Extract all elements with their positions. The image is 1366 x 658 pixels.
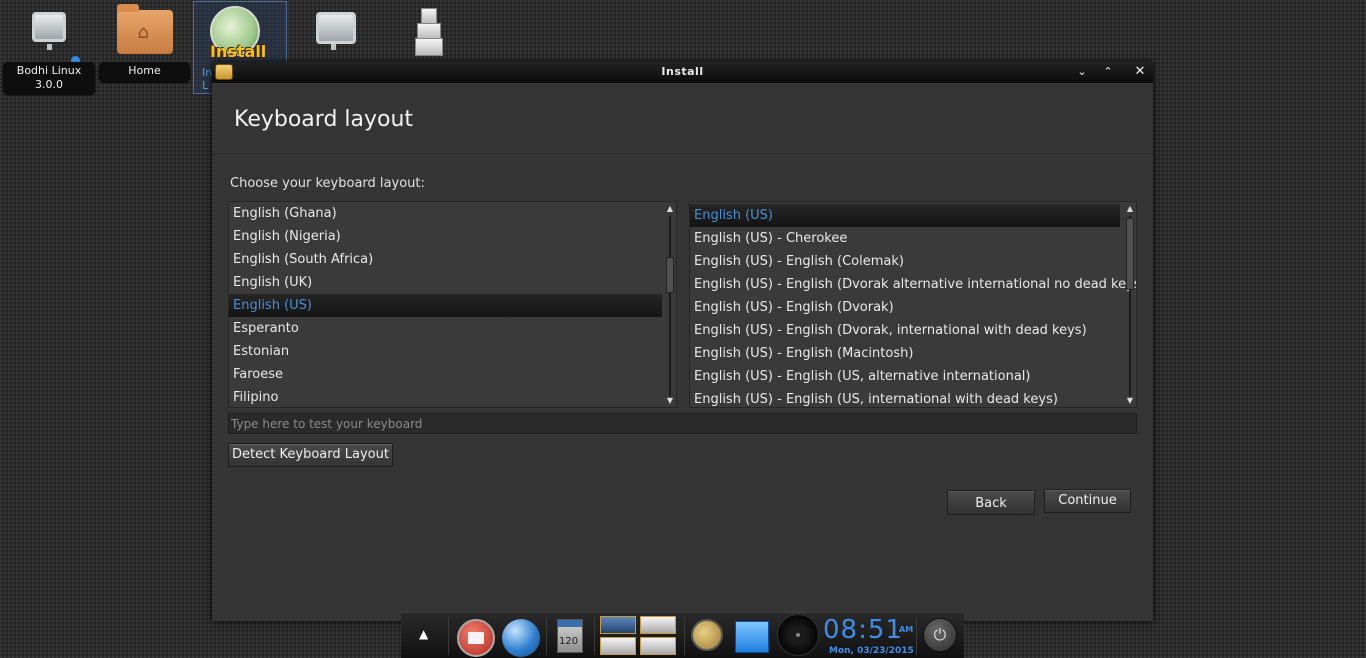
continue-button[interactable]: Continue bbox=[1044, 489, 1131, 513]
close-button[interactable]: ✕ bbox=[1132, 64, 1148, 80]
calendar-badge: 120 bbox=[559, 636, 579, 647]
layout-list-item[interactable]: Filipino bbox=[229, 386, 662, 407]
variant-list-scrollbar[interactable]: ▲ ▼ bbox=[1124, 202, 1136, 407]
window-title: Install bbox=[661, 65, 704, 78]
workspace-3[interactable] bbox=[600, 637, 636, 655]
layout-list-scrollbar[interactable]: ▲ ▼ bbox=[664, 202, 676, 407]
variant-list-item[interactable]: English (US) - English (US, internationa… bbox=[690, 388, 1120, 407]
display-icon bbox=[316, 12, 356, 50]
layout-list-item[interactable]: Faroese bbox=[229, 363, 662, 386]
layout-list-scroll-thumb[interactable] bbox=[666, 257, 674, 293]
variant-list-item[interactable]: English (US) - English (US, alternative … bbox=[690, 365, 1120, 388]
scroll-up-icon[interactable]: ▲ bbox=[664, 204, 676, 214]
volume-knob-icon[interactable] bbox=[777, 614, 819, 656]
back-button[interactable]: Back bbox=[947, 490, 1035, 515]
window-titlebar[interactable]: Install ⌄ ⌃ ✕ bbox=[212, 62, 1153, 83]
computer-icon bbox=[32, 12, 66, 50]
variant-list-item[interactable]: English (US) - Cherokee bbox=[690, 227, 1120, 250]
scroll-down-icon[interactable]: ▼ bbox=[664, 396, 676, 406]
clock-ampm: AM bbox=[899, 625, 914, 634]
layout-list-item[interactable]: Esperanto bbox=[229, 317, 662, 340]
desktop-icon-label: Bodhi Linux 3.0.0 bbox=[3, 62, 95, 94]
page-title: Keyboard layout bbox=[234, 107, 414, 132]
calendar-icon[interactable]: 120 bbox=[557, 619, 583, 653]
layout-list-item[interactable]: English (US) bbox=[229, 294, 662, 317]
desktop-icon-package[interactable] bbox=[415, 8, 443, 56]
desktop-icon-label: Home bbox=[99, 62, 190, 82]
install-window: Install ⌄ ⌃ ✕ Keyboard layout Choose you… bbox=[212, 62, 1153, 621]
workspace-1[interactable] bbox=[600, 616, 636, 634]
variant-list[interactable]: English (US) English (US) - Cherokee Engli… bbox=[689, 201, 1137, 408]
variant-list-item[interactable]: English (US) - English (Colemak) bbox=[690, 250, 1120, 273]
clipboard-icon[interactable] bbox=[735, 621, 769, 653]
page-header: Keyboard layout bbox=[212, 83, 1153, 154]
scroll-up-icon[interactable]: ▲ bbox=[1124, 204, 1136, 214]
power-button-icon[interactable]: ⏻ bbox=[923, 618, 957, 652]
clock-time[interactable]: 08:51 bbox=[823, 615, 903, 645]
layout-list-item[interactable]: English (Ghana) bbox=[229, 202, 662, 225]
variant-list-item[interactable]: English (US) - English (Dvorak alternati… bbox=[690, 273, 1136, 296]
maximize-button[interactable]: ⌃ bbox=[1100, 64, 1116, 80]
variant-list-item[interactable]: English (US) - English (Macintosh) bbox=[690, 342, 1120, 365]
detect-keyboard-layout-button[interactable]: Detect Keyboard Layout bbox=[228, 443, 393, 467]
workspace-4[interactable] bbox=[640, 637, 676, 655]
keyboard-test-input[interactable] bbox=[228, 413, 1137, 434]
install-icon-sublabel: In L bbox=[202, 66, 213, 92]
minimize-button[interactable]: ⌄ bbox=[1074, 64, 1090, 80]
layout-list-item[interactable]: Estonian bbox=[229, 340, 662, 363]
home-folder-icon: ⌂ bbox=[116, 4, 173, 54]
dock: ▲ 120 08:51 AM Mon, 03/23/2015 ⏻ bbox=[401, 612, 964, 658]
install-icon-label: Install bbox=[210, 42, 267, 61]
scroll-down-icon[interactable]: ▼ bbox=[1124, 396, 1136, 406]
dock-up-arrow-icon[interactable]: ▲ bbox=[419, 627, 428, 641]
variant-list-item[interactable]: English (US) - English (Dvorak, internat… bbox=[690, 319, 1120, 342]
layout-list-item[interactable]: English (UK) bbox=[229, 271, 662, 294]
network-icon[interactable] bbox=[691, 619, 723, 651]
layout-list-item[interactable]: English (Nigeria) bbox=[229, 225, 662, 248]
workspace-pager[interactable] bbox=[600, 616, 678, 656]
workspace-2[interactable] bbox=[640, 616, 676, 634]
layout-prompt: Choose your keyboard layout: bbox=[230, 176, 425, 191]
web-browser-globe-icon[interactable] bbox=[502, 619, 540, 657]
variant-list-item[interactable]: English (US) - English (Dvorak) bbox=[690, 296, 1120, 319]
layout-list-item[interactable]: English (South Africa) bbox=[229, 248, 662, 271]
clock-date: Mon, 03/23/2015 bbox=[829, 646, 914, 656]
variant-list-item[interactable]: English (US) bbox=[690, 204, 1120, 227]
layout-list[interactable]: English (Ghana) English (Nigeria) English … bbox=[228, 201, 677, 408]
variant-list-scroll-thumb[interactable] bbox=[1126, 218, 1134, 290]
desktop-icon-bodhi-linux[interactable]: Bodhi Linux 3.0.0 bbox=[3, 4, 95, 94]
desktop-icon-home[interactable]: ⌂ Home bbox=[99, 4, 190, 82]
package-icon bbox=[421, 8, 437, 24]
desktop-icon-monitor[interactable] bbox=[311, 6, 361, 56]
file-manager-icon[interactable] bbox=[457, 619, 495, 657]
